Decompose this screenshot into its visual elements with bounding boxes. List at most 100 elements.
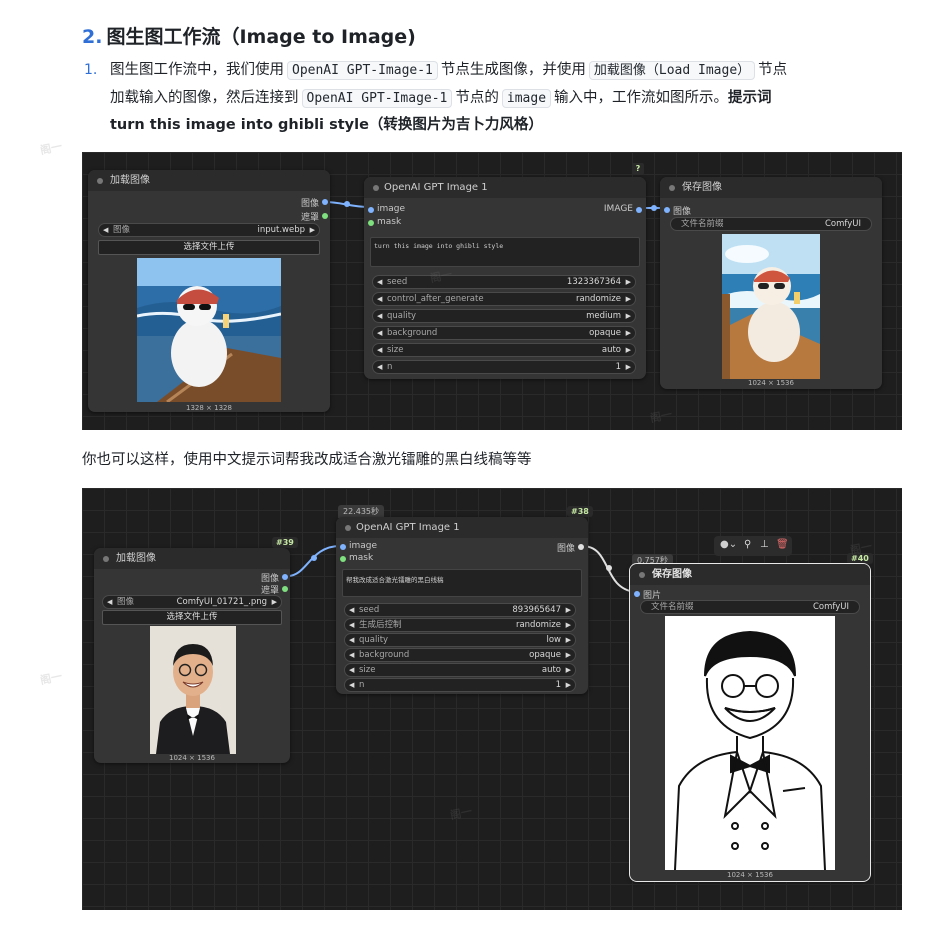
inline-code: 加载图像（Load Image） xyxy=(588,61,756,80)
prompt-textarea[interactable]: 帮我改成适合激光镭雕的黑白线稿 xyxy=(342,569,582,597)
widget-value: auto xyxy=(541,665,561,675)
list-line-1: 图生图工作流中，我们使用 OpenAI GPT-Image-1 节点生成图像，并使用… xyxy=(84,57,904,85)
load-image-node[interactable]: 加载图像 图像 遮罩 图像ComfyUI_01721_.png 选择文件上传 1… xyxy=(94,548,290,763)
slot-label: mask xyxy=(377,217,402,227)
widget-size[interactable]: size auto xyxy=(344,663,576,677)
widget-value: 1 xyxy=(615,362,621,372)
widget-n[interactable]: n1 xyxy=(344,678,576,692)
pin-icon[interactable]: ⊥ xyxy=(760,539,769,550)
output-image-preview xyxy=(665,616,835,870)
widget-background[interactable]: background opaque xyxy=(372,326,636,340)
output-slot-image[interactable]: IMAGE xyxy=(604,204,642,214)
workflow-canvas-2[interactable]: #39 加载图像 图像 遮罩 图像ComfyUI_01721_.png 选择文件… xyxy=(82,488,902,910)
image-select-widget[interactable]: 图像 ComfyUI_01721_.png xyxy=(102,595,282,609)
filename-prefix-widget[interactable]: 文件名前缀 ComfyUI xyxy=(670,217,872,231)
widget-n[interactable]: n1 xyxy=(372,360,636,374)
widget-label: n xyxy=(359,680,365,690)
load-image-node[interactable]: 加载图像 图像 遮罩 图像input.webp 选择文件上传 1328 × 1 xyxy=(88,170,330,412)
image-size-caption: 1024 × 1536 xyxy=(169,754,215,762)
prompt-textarea[interactable]: turn this image into ghibli style xyxy=(370,237,640,267)
upload-button[interactable]: 选择文件上传 xyxy=(102,610,282,625)
widget-value: ComfyUI xyxy=(812,602,849,612)
node-title[interactable]: 加载图像 xyxy=(88,170,330,191)
slot-dot[interactable] xyxy=(340,556,346,562)
input-slot-mask[interactable]: mask xyxy=(340,553,373,563)
node-id-badge: #39 xyxy=(272,537,298,548)
widget-background[interactable]: background opaque xyxy=(344,648,576,662)
openai-gpt-image-node[interactable]: OpenAI GPT Image 1 image mask 图像 帮我改成适合激… xyxy=(336,517,588,694)
slot-dot[interactable] xyxy=(634,591,640,597)
delete-icon[interactable]: 🗑 xyxy=(776,539,789,550)
widget-size[interactable]: size auto xyxy=(372,343,636,357)
output-slot-image[interactable]: 图像 xyxy=(301,196,328,209)
image-size-caption: 1328 × 1328 xyxy=(186,404,232,412)
filename-prefix-widget[interactable]: 文件名前缀 ComfyUI xyxy=(640,600,860,614)
widget-seed[interactable]: seed 893965647 xyxy=(344,603,576,617)
slot-dot[interactable] xyxy=(282,574,288,580)
workflow-canvas-1[interactable]: 加载图像 图像 遮罩 图像input.webp 选择文件上传 1328 × 1 xyxy=(82,152,902,430)
widget-label: quality xyxy=(387,311,417,321)
list-line-3: turn this image into ghibli style（转换图片为吉… xyxy=(84,112,904,139)
slot-dot[interactable] xyxy=(322,199,328,205)
widget-value: 1 xyxy=(555,680,561,690)
list-number: 1. xyxy=(84,62,98,78)
node-title[interactable]: 加载图像 xyxy=(94,548,290,569)
text-run: 节点生成图像，并使用 xyxy=(440,62,586,78)
slot-dot[interactable] xyxy=(578,544,584,550)
widget-label: quality xyxy=(359,635,389,645)
list-line-2: 加载输入的图像，然后连接到 OpenAI GPT-Image-1 节点的 image 输… xyxy=(84,85,904,113)
slot-dot[interactable] xyxy=(322,213,328,219)
save-image-node[interactable]: 保存图像 图片 文件名前缀 ComfyUI 1024 × 1536 xyxy=(629,563,871,882)
input-slot-image[interactable]: image xyxy=(368,204,405,214)
slot-dot[interactable] xyxy=(636,207,642,213)
save-image-node[interactable]: 保存图像 图像 文件名前缀 ComfyUI 1024 × 1536 xyxy=(660,177,882,389)
text-run: 节点 xyxy=(758,62,788,78)
slot-label: image xyxy=(377,204,406,214)
widget-value: 1323367364 xyxy=(566,277,621,287)
input-slot-image[interactable]: 图像 xyxy=(664,204,691,217)
widget-label: 图像 xyxy=(113,225,131,235)
color-picker-icon[interactable]: ●⌄ xyxy=(720,539,737,550)
bold-text: turn this image into ghibli style（转换图片为吉… xyxy=(110,117,543,133)
node-title[interactable]: OpenAI GPT Image 1 xyxy=(336,517,588,538)
slot-dot[interactable] xyxy=(340,544,346,550)
slot-label: 图像 xyxy=(300,199,319,209)
widget-[interactable]: 生成后控制 randomize xyxy=(344,618,576,632)
widget-control-after-generate[interactable]: control_after_generate randomize xyxy=(372,292,636,306)
widget-value: ComfyUI_01721_.png xyxy=(176,597,267,607)
bypass-icon[interactable]: ⚲ xyxy=(744,539,751,550)
node-id-badge: #38 xyxy=(567,506,593,517)
input-image-preview xyxy=(137,258,281,402)
widget-value: opaque xyxy=(589,328,621,338)
widget-value: input.webp xyxy=(257,225,305,235)
widget-label: background xyxy=(387,328,438,338)
widget-value: low xyxy=(546,635,561,645)
node-title[interactable]: 保存图像 xyxy=(630,564,870,585)
text-run: 图生图工作流中，我们使用 xyxy=(110,62,284,78)
widget-label: seed xyxy=(387,277,408,287)
input-slot-mask[interactable]: mask xyxy=(368,217,401,227)
node-title[interactable]: 保存图像 xyxy=(660,177,882,198)
widget-quality[interactable]: quality medium xyxy=(372,309,636,323)
node-title[interactable]: OpenAI GPT Image 1 xyxy=(364,177,646,198)
inline-code: image xyxy=(501,88,552,108)
widget-quality[interactable]: quality low xyxy=(344,633,576,647)
inline-code: OpenAI GPT-Image-1 xyxy=(287,61,438,80)
slot-dot[interactable] xyxy=(664,207,670,213)
node-toolbar: ●⌄ ⚲ ⊥ 🗑 xyxy=(714,536,792,556)
slot-label: IMAGE xyxy=(603,204,633,214)
slot-dot[interactable] xyxy=(368,220,374,226)
image-select-widget[interactable]: 图像 input.webp xyxy=(98,223,320,237)
list-item: 1. 图生图工作流中，我们使用 OpenAI GPT-Image-1 节点生成图像，… xyxy=(84,57,904,139)
input-slot-image[interactable]: image xyxy=(340,541,377,551)
widget-label: size xyxy=(359,665,376,675)
upload-button[interactable]: 选择文件上传 xyxy=(98,240,320,255)
slot-dot[interactable] xyxy=(282,586,288,592)
widget-seed[interactable]: seed 1323367364 xyxy=(372,275,636,289)
help-icon[interactable]: ? xyxy=(632,163,644,175)
output-slot-mask[interactable]: 遮罩 xyxy=(301,210,328,223)
text-run: 输入中，工作流如图所示。 xyxy=(554,89,729,106)
slot-dot[interactable] xyxy=(368,207,374,213)
openai-gpt-image-node[interactable]: OpenAI GPT Image 1 image mask IMAGE turn… xyxy=(364,177,646,379)
output-slot-image[interactable]: 图像 xyxy=(557,541,584,554)
